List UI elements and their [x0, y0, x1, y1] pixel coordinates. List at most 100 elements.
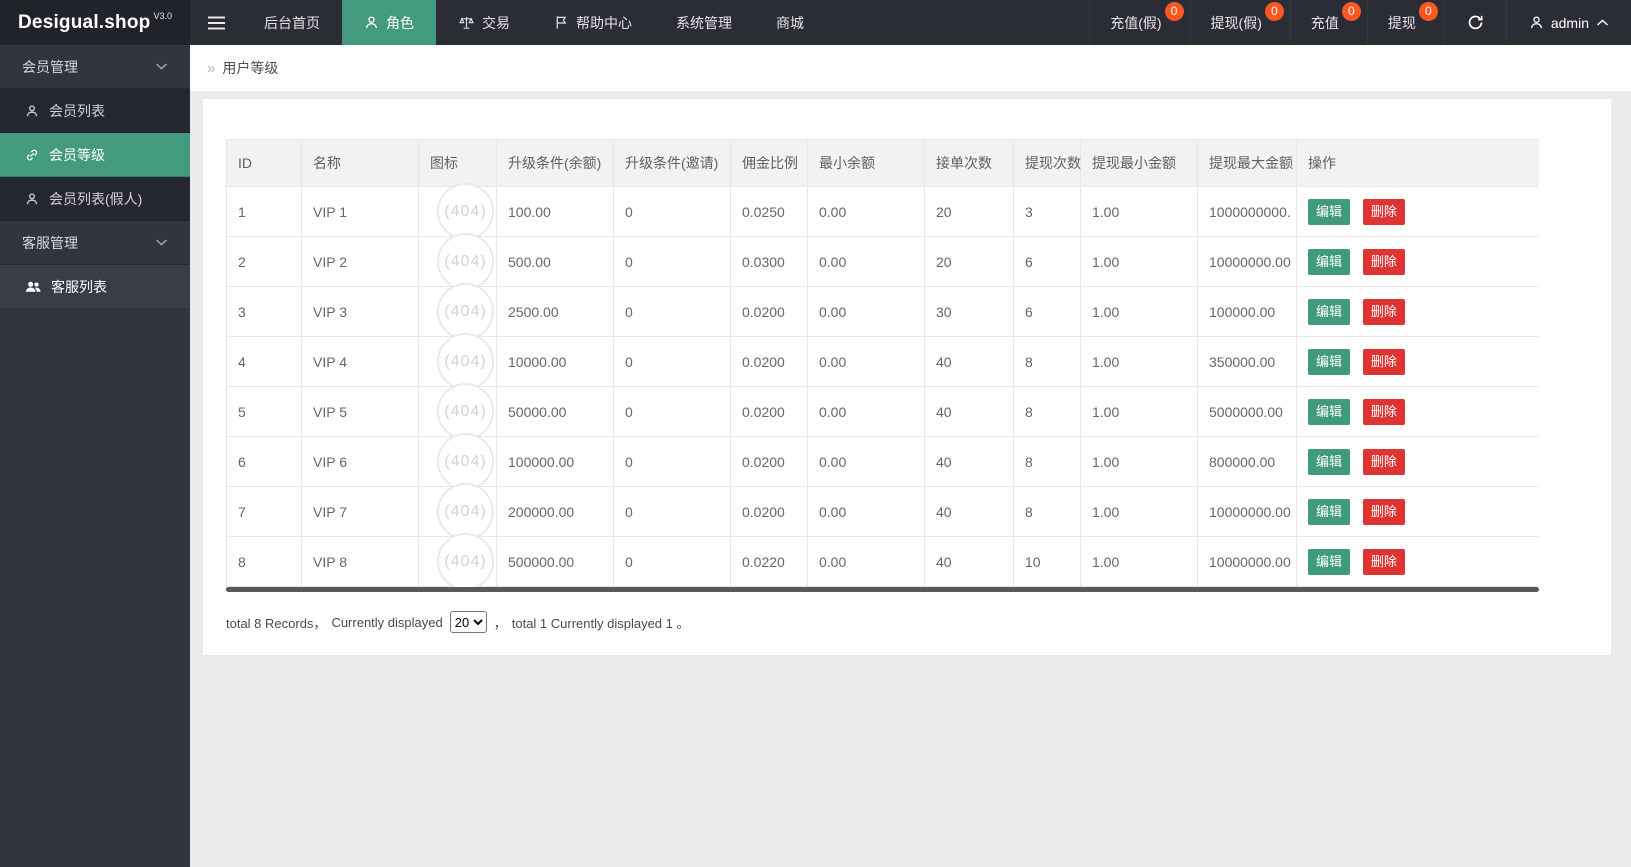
nav-item-help-center[interactable]: 帮助中心 [532, 0, 654, 45]
cell-withdraw-count: 3 [1013, 186, 1081, 237]
cell-upgrade-invite: 0 [613, 386, 731, 437]
cell-withdraw-min: 1.00 [1080, 186, 1198, 237]
edit-button[interactable]: 编辑 [1308, 398, 1351, 425]
pagination-comma: ， [493, 615, 507, 631]
cell-upgrade-balance: 2500.00 [496, 286, 614, 337]
notification-badge: 0 [1164, 2, 1184, 21]
delete-button[interactable]: 删除 [1362, 198, 1405, 225]
sidebar-item-label: 会员列表(假人) [49, 190, 143, 207]
image-404-placeholder-icon: (404) [437, 233, 494, 290]
col-header-commission: 佣金比例 [730, 139, 808, 187]
cell-withdraw-max: 800000.00 [1197, 436, 1297, 487]
delete-button[interactable]: 删除 [1362, 248, 1405, 275]
cell-withdraw-max: 10000000.00 [1197, 486, 1297, 537]
quick-item-recharge-fake[interactable]: 充值(假) 0 [1089, 0, 1189, 45]
refresh-icon[interactable] [1443, 0, 1506, 45]
scales-icon [458, 15, 475, 30]
cell-withdraw-min: 1.00 [1080, 436, 1198, 487]
edit-button[interactable]: 编辑 [1308, 548, 1351, 575]
username: admin [1550, 14, 1589, 31]
nav-item-system[interactable]: 系统管理 [654, 0, 754, 45]
col-header-upgrade-balance: 升级条件(余额) [496, 139, 614, 187]
cell-name: VIP 4 [301, 336, 419, 387]
quick-item-withdraw-fake[interactable]: 提现(假) 0 [1189, 0, 1290, 45]
cell-name: VIP 2 [301, 236, 419, 287]
cell-actions: 编辑 删除 [1296, 236, 1539, 287]
sidebar-section-member-management[interactable]: 会员管理 [0, 45, 190, 89]
table-row: 8 VIP 8 (404) 500000.00 0 0.0220 0.00 40… [226, 533, 1539, 590]
delete-button[interactable]: 删除 [1362, 298, 1405, 325]
cell-withdraw-max: 350000.00 [1197, 336, 1297, 387]
delete-button[interactable]: 删除 [1362, 348, 1405, 375]
edit-button[interactable]: 编辑 [1308, 448, 1351, 475]
delete-button[interactable]: 删除 [1362, 548, 1405, 575]
cell-withdraw-max: 100000.00 [1197, 286, 1297, 337]
table-row: 3 VIP 3 (404) 2500.00 0 0.0200 0.00 30 6… [226, 283, 1539, 340]
cell-min-balance: 0.00 [807, 536, 925, 587]
nav-item-roles[interactable]: 角色 [342, 0, 436, 45]
cell-actions: 编辑 删除 [1296, 386, 1539, 437]
user-level-table: ID 名称 图标 升级条件(余额) 升级条件(邀请) 佣金比例 最小余额 接单次… [226, 139, 1539, 590]
horizontal-scrollbar[interactable] [226, 587, 1539, 592]
chevron-down-icon [155, 238, 168, 247]
cell-commission: 0.0250 [730, 186, 808, 237]
sidebar-item-member-level[interactable]: 会员等级 [0, 133, 190, 177]
cell-upgrade-balance: 500.00 [496, 236, 614, 287]
col-header-name: 名称 [301, 139, 419, 187]
top-header: Desigual.shop V3.0 后台首页 角色 交易 帮助中心 系统管理 … [0, 0, 1631, 45]
sidebar-item-member-list-fake[interactable]: 会员列表(假人) [0, 177, 190, 221]
cell-order-count: 30 [924, 286, 1014, 337]
nav-label: 交易 [482, 14, 510, 31]
table-row: 2 VIP 2 (404) 500.00 0 0.0300 0.00 20 6 … [226, 233, 1539, 290]
sidebar-item-service-list[interactable]: 客服列表 [0, 265, 190, 309]
page-size-select[interactable]: 20 [449, 611, 487, 633]
nav-label: 后台首页 [264, 14, 320, 31]
delete-button[interactable]: 删除 [1362, 448, 1405, 475]
delete-button[interactable]: 删除 [1362, 398, 1405, 425]
quick-item-recharge[interactable]: 充值 0 [1289, 0, 1367, 45]
notification-badge: 0 [1264, 2, 1284, 21]
col-header-upgrade-invite: 升级条件(邀请) [613, 139, 731, 187]
breadcrumb-arrow-icon: » [207, 59, 216, 77]
hamburger-menu-icon[interactable] [190, 0, 242, 45]
cell-commission: 0.0200 [730, 486, 808, 537]
table-row: 6 VIP 6 (404) 100000.00 0 0.0200 0.00 40… [226, 433, 1539, 490]
edit-button[interactable]: 编辑 [1308, 248, 1351, 275]
cell-upgrade-balance: 100000.00 [496, 436, 614, 487]
cell-withdraw-count: 10 [1013, 536, 1081, 587]
chevron-up-icon [1596, 18, 1609, 27]
edit-button[interactable]: 编辑 [1308, 498, 1351, 525]
cell-commission: 0.0200 [730, 386, 808, 437]
pagination-bar: total 8 Records， Currently displayed 20 … [226, 611, 1587, 633]
cell-min-balance: 0.00 [807, 286, 925, 337]
cell-upgrade-invite: 0 [613, 236, 731, 287]
nav-item-dashboard[interactable]: 后台首页 [242, 0, 342, 45]
sidebar-section-service-management[interactable]: 客服管理 [0, 221, 190, 265]
cell-withdraw-max: 10000000.00 [1197, 236, 1297, 287]
sidebar-item-member-list[interactable]: 会员列表 [0, 89, 190, 133]
quick-item-withdraw[interactable]: 提现 0 [1366, 0, 1444, 45]
cell-id: 2 [226, 236, 302, 287]
header-right: 充值(假) 0 提现(假) 0 充值 0 提现 0 admin [1089, 0, 1631, 45]
cell-min-balance: 0.00 [807, 336, 925, 387]
cell-id: 5 [226, 386, 302, 437]
cell-icon: (404) [418, 483, 497, 540]
nav-item-mall[interactable]: 商城 [754, 0, 826, 45]
nav-item-trade[interactable]: 交易 [436, 0, 532, 45]
edit-button[interactable]: 编辑 [1308, 298, 1351, 325]
user-menu[interactable]: admin [1505, 0, 1631, 45]
delete-button[interactable]: 删除 [1362, 498, 1405, 525]
edit-button[interactable]: 编辑 [1308, 198, 1351, 225]
cell-order-count: 20 [924, 236, 1014, 287]
person-icon [25, 104, 39, 118]
cell-actions: 编辑 删除 [1296, 486, 1539, 537]
table-row: 5 VIP 5 (404) 50000.00 0 0.0200 0.00 40 … [226, 383, 1539, 440]
cell-actions: 编辑 删除 [1296, 186, 1539, 237]
flag-icon [554, 15, 569, 30]
col-header-withdraw-min: 提现最小金额 [1080, 139, 1198, 187]
col-header-id: ID [226, 139, 302, 187]
col-header-min-balance: 最小余额 [807, 139, 925, 187]
col-header-withdraw-count: 提现次数 [1013, 139, 1081, 187]
cell-name: VIP 5 [301, 386, 419, 437]
edit-button[interactable]: 编辑 [1308, 348, 1351, 375]
